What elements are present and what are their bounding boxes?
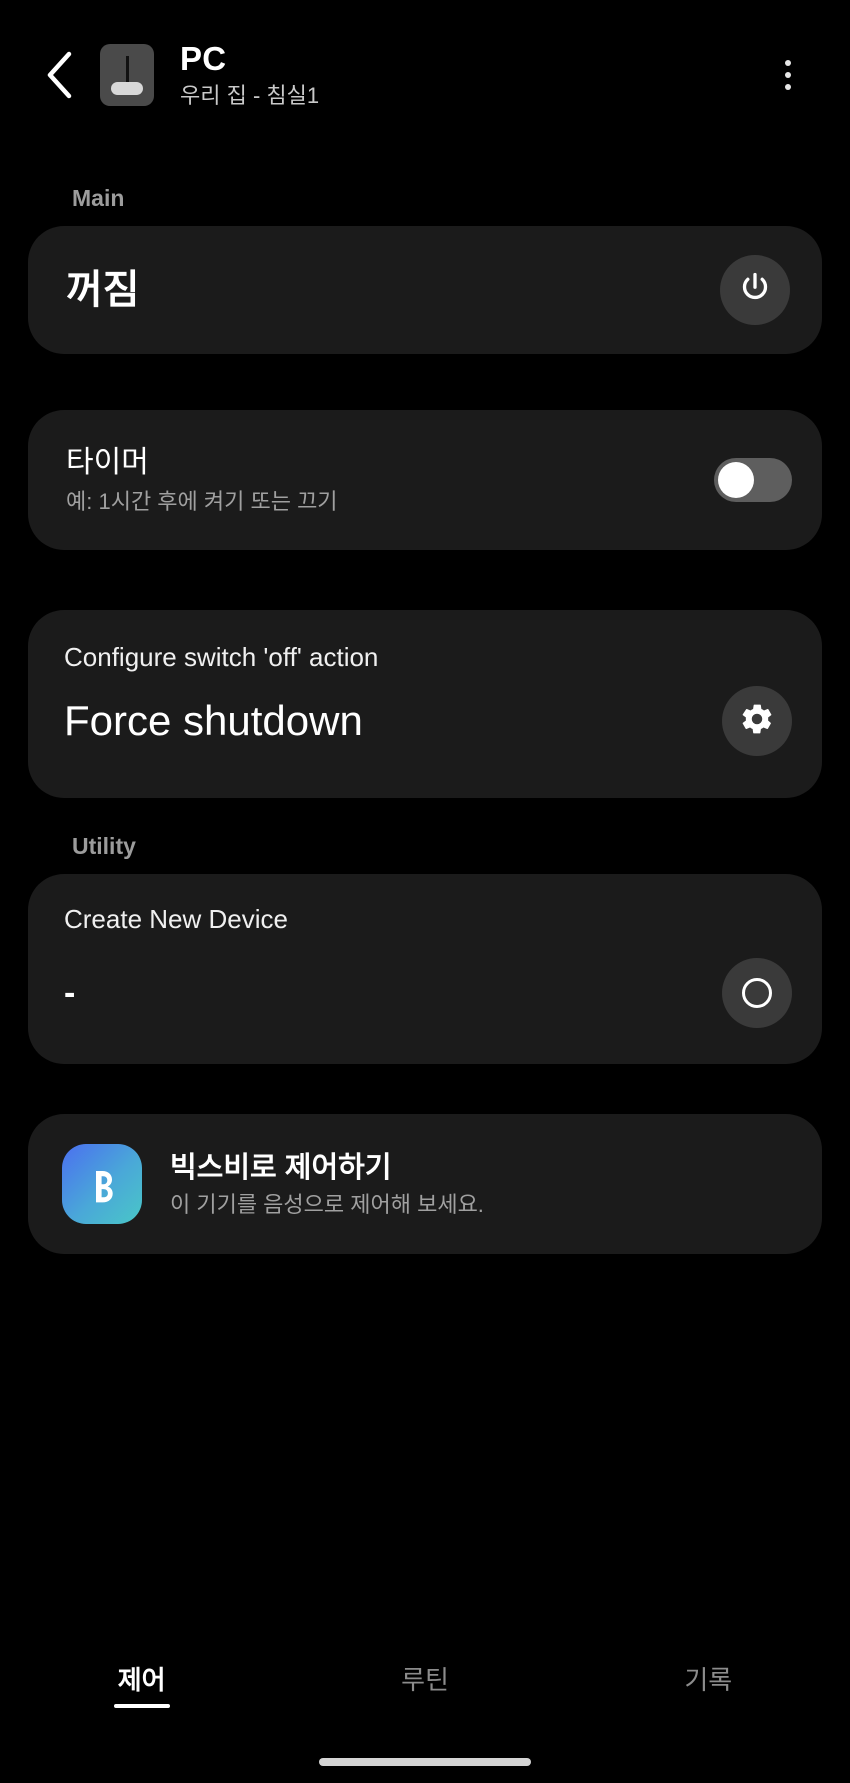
power-icon [737, 270, 773, 311]
gesture-bar-area [0, 1741, 850, 1783]
section-label-main: Main [72, 185, 125, 211]
tab-control[interactable]: 제어 [0, 1664, 283, 1708]
switch-knob [111, 82, 143, 95]
switch-off-action-value: Force shutdown [64, 697, 363, 744]
switch-off-action-settings-button[interactable] [722, 686, 792, 756]
switch-off-action-row: Force shutdown [64, 686, 792, 756]
create-new-device-label: Create New Device [64, 904, 288, 934]
device-detail-screen: PC 우리 집 - 침실1 Main 꺼짐 타이머 예: 1시간 후에 켜기 또… [0, 0, 850, 1783]
back-button[interactable] [30, 45, 90, 105]
more-vertical-icon-dot-3 [785, 84, 791, 90]
timer-subtitle: 예: 1시간 후에 켜기 또는 끄기 [66, 489, 338, 514]
tab-history-underline [680, 1704, 736, 1708]
create-new-device-row: - [64, 958, 792, 1028]
timer-text-block: 타이머 예: 1시간 후에 켜기 또는 끄기 [66, 443, 714, 517]
switch-device-icon [100, 44, 154, 106]
tab-control-label: 제어 [117, 1665, 166, 1695]
page-title: PC [180, 40, 227, 77]
timer-title: 타이머 [66, 446, 149, 479]
main-content: Main 꺼짐 타이머 예: 1시간 후에 켜기 또는 끄기 Configure… [0, 150, 850, 1631]
more-vertical-icon-dot-1 [785, 60, 791, 66]
create-new-device-card[interactable]: Create New Device - [28, 874, 822, 1064]
tab-routine[interactable]: 루틴 [283, 1664, 566, 1708]
power-toggle-button[interactable] [720, 255, 790, 325]
bixby-title: 빅스비로 제어하기 [170, 1151, 392, 1184]
timer-toggle-switch[interactable] [714, 458, 792, 502]
tab-routine-label: 루틴 [401, 1665, 449, 1695]
bixby-control-card[interactable]: 빅스비로 제어하기 이 기기를 음성으로 제어해 보세요. [28, 1114, 822, 1254]
circle-outline-icon [742, 978, 772, 1008]
chevron-left-icon [43, 50, 77, 100]
tab-control-underline [113, 1704, 170, 1708]
create-new-device-value: - [64, 974, 76, 1012]
timer-toggle-knob [718, 462, 754, 498]
more-options-button[interactable] [760, 47, 816, 103]
create-new-device-button[interactable] [722, 958, 792, 1028]
home-gesture-bar[interactable] [319, 1758, 531, 1766]
switch-off-action-card[interactable]: Configure switch 'off' action Force shut… [28, 610, 822, 798]
power-card[interactable]: 꺼짐 [28, 226, 822, 354]
switch-off-action-label: Configure switch 'off' action [64, 642, 379, 672]
bottom-navigation: 제어 루틴 기록 [0, 1631, 850, 1741]
gear-icon [739, 701, 775, 742]
timer-card[interactable]: 타이머 예: 1시간 후에 켜기 또는 끄기 [28, 410, 822, 550]
tab-history[interactable]: 기록 [567, 1664, 850, 1708]
power-state-label: 꺼짐 [66, 268, 140, 312]
app-header: PC 우리 집 - 침실1 [0, 0, 850, 150]
more-vertical-icon-dot-2 [785, 72, 791, 78]
tab-routine-underline [397, 1704, 453, 1708]
page-subtitle: 우리 집 - 침실1 [180, 83, 320, 108]
header-title-block: PC 우리 집 - 침실1 [180, 39, 760, 111]
bixby-subtitle: 이 기기를 음성으로 제어해 보세요. [170, 1191, 484, 1217]
section-label-utility: Utility [72, 833, 136, 859]
bixby-logo-icon [62, 1144, 142, 1224]
bixby-text-block: 빅스비로 제어하기 이 기기를 음성으로 제어해 보세요. [170, 1149, 792, 1220]
tab-history-label: 기록 [684, 1665, 733, 1695]
